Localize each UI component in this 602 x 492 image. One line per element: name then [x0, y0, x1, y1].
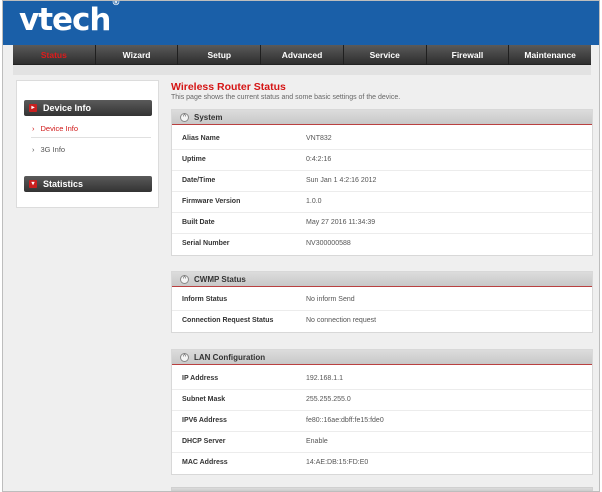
- row-value: 1.0.0: [306, 198, 322, 205]
- row-value: No inform Send: [306, 296, 355, 303]
- nav-maintenance[interactable]: Maintenance: [509, 45, 591, 65]
- vtech-logo: vtech®: [19, 0, 121, 38]
- row-value: May 27 2016 11:34:39: [306, 219, 376, 226]
- table-row: DHCP Server Enable: [172, 432, 592, 453]
- table-row: Connection Request Status No connection r…: [172, 311, 592, 332]
- cwmp-panel-header[interactable]: ^ CWMP Status: [172, 272, 592, 287]
- table-row: Date/Time Sun Jan 1 4:2:16 2012: [172, 171, 592, 192]
- row-value: 0:4:2:16: [306, 156, 332, 163]
- sidebar: ▸ Device Info › Device Info › 3G Info ▾ St…: [16, 80, 159, 208]
- collapse-circle-icon: ^: [180, 113, 189, 122]
- table-row: Subnet Mask 255.255.255.0: [172, 390, 592, 411]
- table-row: IP Address 192.168.1.1: [172, 369, 592, 390]
- row-value: VNT832: [306, 135, 332, 142]
- header-band: vtech®: [3, 1, 599, 45]
- row-label: Date/Time: [182, 177, 216, 184]
- row-label: Built Date: [182, 219, 215, 226]
- sidebar-item-device-info[interactable]: › Device Info: [32, 124, 78, 133]
- table-row: Firmware Version 1.0.0: [172, 192, 592, 213]
- sidebar-item-label: 3G Info: [40, 145, 66, 154]
- table-row: MAC Address 14:AE:DB:15:FD:E0: [172, 453, 592, 474]
- header-shadow: [13, 65, 591, 75]
- nav-setup[interactable]: Setup: [178, 44, 262, 65]
- nav-advanced[interactable]: Advanced: [261, 44, 344, 65]
- cwmp-panel: ^ CWMP Status Inform Status No inform Sen…: [171, 271, 593, 333]
- nav-status[interactable]: Status: [13, 44, 96, 65]
- nav-service[interactable]: Service: [344, 44, 427, 65]
- sidebar-device-info-header[interactable]: ▸ Device Info: [24, 100, 152, 116]
- table-row: Uptime 0:4:2:16: [172, 150, 592, 171]
- next-panel-header-partial: [171, 487, 593, 491]
- lan-panel: ^ LAN Configuration IP Address 192.168.1.…: [171, 349, 593, 475]
- row-label: Serial Number: [182, 240, 230, 247]
- top-navbar: Status Wizard Setup Advanced Service Fir…: [13, 44, 591, 65]
- nav-firewall[interactable]: Firewall: [427, 44, 510, 65]
- panel-header-label: LAN Configuration: [194, 353, 266, 362]
- sidebar-statistics-header[interactable]: ▾ Statistics: [24, 176, 152, 192]
- sidebar-header-label: Device Info: [43, 103, 92, 113]
- row-label: MAC Address: [182, 459, 228, 466]
- table-row: Serial Number NV300000588: [172, 234, 592, 255]
- chevron-right-icon: ›: [32, 124, 35, 133]
- red-square-bullet-icon: ▸: [29, 104, 37, 112]
- row-label: Firmware Version: [182, 198, 241, 205]
- panel-header-label: CWMP Status: [194, 275, 246, 284]
- row-label: Connection Request Status: [182, 317, 274, 324]
- chevron-right-icon: ›: [32, 145, 35, 154]
- panel-header-label: System: [194, 113, 223, 122]
- row-label: Uptime: [182, 156, 206, 163]
- row-value: 255.255.255.0: [306, 396, 351, 403]
- row-value: No connection request: [306, 317, 377, 324]
- system-panel-header[interactable]: ^ System: [172, 110, 592, 125]
- table-row: Alias Name VNT832: [172, 129, 592, 150]
- sidebar-header-label: Statistics: [43, 179, 84, 189]
- sidebar-item-label: Device Info: [40, 124, 79, 133]
- trademark-symbol: ®: [111, 0, 121, 8]
- row-label: Inform Status: [182, 296, 228, 303]
- lan-panel-header[interactable]: ^ LAN Configuration: [172, 350, 592, 365]
- table-row: IPV6 Address fe80::16ae:dbff:fe15:fde0: [172, 411, 592, 432]
- row-label: Alias Name: [182, 135, 220, 142]
- row-value: 192.168.1.1: [306, 375, 343, 382]
- row-label: Subnet Mask: [182, 396, 226, 403]
- collapse-circle-icon: ^: [180, 353, 189, 362]
- red-square-bullet-icon: ▾: [29, 180, 37, 188]
- system-panel: ^ System Alias Name VNT832 Uptime 0:4:2:16…: [171, 109, 593, 256]
- nav-wizard[interactable]: Wizard: [96, 44, 179, 65]
- row-value: Enable: [306, 438, 328, 445]
- sidebar-item-3g-info[interactable]: › 3G Info: [32, 145, 65, 154]
- row-value: NV300000588: [306, 240, 351, 247]
- row-value: fe80::16ae:dbff:fe15:fde0: [306, 417, 384, 424]
- row-label: DHCP Server: [182, 438, 226, 445]
- sidebar-divider: [31, 137, 151, 138]
- row-value: 14:AE:DB:15:FD:E0: [306, 459, 369, 466]
- page-frame: vtech® Status Wizard Setup Advanced Serv…: [2, 0, 600, 492]
- page-title: Wireless Router Status: [171, 81, 286, 93]
- table-row: Inform Status No inform Send: [172, 290, 592, 311]
- table-row: Built Date May 27 2016 11:34:39: [172, 213, 592, 234]
- logo-text: vtech: [19, 2, 111, 38]
- row-label: IPV6 Address: [182, 417, 227, 424]
- page-description: This page shows the current status and s…: [171, 94, 401, 101]
- collapse-circle-icon: ^: [180, 275, 189, 284]
- row-label: IP Address: [182, 375, 219, 382]
- row-value: Sun Jan 1 4:2:16 2012: [306, 177, 377, 184]
